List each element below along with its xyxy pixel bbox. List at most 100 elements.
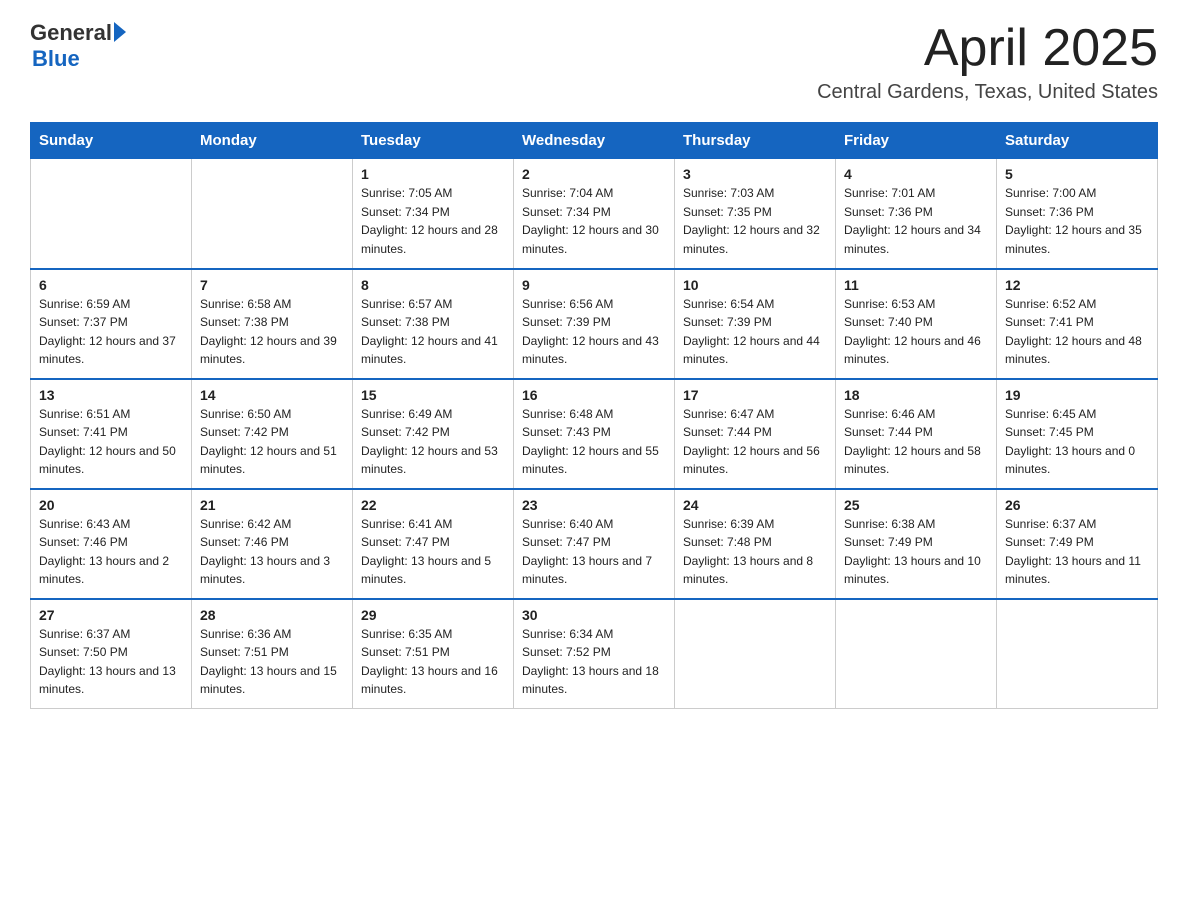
day-info: Sunrise: 6:47 AMSunset: 7:44 PMDaylight:… xyxy=(683,405,827,479)
calendar-cell: 25 Sunrise: 6:38 AMSunset: 7:49 PMDayligh… xyxy=(836,489,997,599)
day-info: Sunrise: 7:01 AMSunset: 7:36 PMDaylight:… xyxy=(844,184,988,258)
day-number: 24 xyxy=(683,497,827,513)
day-info: Sunrise: 6:38 AMSunset: 7:49 PMDaylight:… xyxy=(844,515,988,589)
calendar-cell: 9 Sunrise: 6:56 AMSunset: 7:39 PMDaylight… xyxy=(514,269,675,379)
day-info: Sunrise: 6:50 AMSunset: 7:42 PMDaylight:… xyxy=(200,405,344,479)
day-number: 7 xyxy=(200,277,344,293)
calendar-week-row: 27Sunrise: 6:37 AMSunset: 7:50 PMDayligh… xyxy=(31,599,1158,709)
day-number: 25 xyxy=(844,497,988,513)
day-number: 3 xyxy=(683,166,827,182)
day-number: 6 xyxy=(39,277,183,293)
day-number: 4 xyxy=(844,166,988,182)
calendar-cell xyxy=(997,599,1158,709)
day-number: 29 xyxy=(361,607,505,623)
day-info: Sunrise: 7:03 AMSunset: 7:35 PMDaylight:… xyxy=(683,184,827,258)
day-info: Sunrise: 6:58 AMSunset: 7:38 PMDaylight:… xyxy=(200,295,344,369)
calendar-cell: 23 Sunrise: 6:40 AMSunset: 7:47 PMDayligh… xyxy=(514,489,675,599)
calendar-title-block: April 2025 Central Gardens, Texas, Unite… xyxy=(817,20,1158,104)
day-info: Sunrise: 6:46 AMSunset: 7:44 PMDaylight:… xyxy=(844,405,988,479)
day-number: 8 xyxy=(361,277,505,293)
calendar-cell: 13 Sunrise: 6:51 AMSunset: 7:41 PMDayligh… xyxy=(31,379,192,489)
calendar-cell: 5Sunrise: 7:00 AMSunset: 7:36 PMDaylight… xyxy=(997,159,1158,269)
column-header-sunday: Sunday xyxy=(31,123,192,159)
day-info: Sunrise: 6:42 AMSunset: 7:46 PMDaylight:… xyxy=(200,515,344,589)
day-info: Sunrise: 6:37 AMSunset: 7:49 PMDaylight:… xyxy=(1005,515,1149,589)
column-header-thursday: Thursday xyxy=(675,123,836,159)
logo: General Blue xyxy=(30,20,126,72)
day-number: 12 xyxy=(1005,277,1149,293)
calendar-cell: 14 Sunrise: 6:50 AMSunset: 7:42 PMDayligh… xyxy=(192,379,353,489)
day-info: Sunrise: 6:39 AMSunset: 7:48 PMDaylight:… xyxy=(683,515,827,589)
day-info: Sunrise: 6:41 AMSunset: 7:47 PMDaylight:… xyxy=(361,515,505,589)
calendar-cell xyxy=(675,599,836,709)
day-number: 13 xyxy=(39,387,183,403)
column-header-friday: Friday xyxy=(836,123,997,159)
calendar-title: April 2025 xyxy=(817,20,1158,77)
calendar-cell xyxy=(31,159,192,269)
day-number: 20 xyxy=(39,497,183,513)
calendar-cell: 2Sunrise: 7:04 AMSunset: 7:34 PMDaylight… xyxy=(514,159,675,269)
day-number: 15 xyxy=(361,387,505,403)
calendar-cell: 7 Sunrise: 6:58 AMSunset: 7:38 PMDaylight… xyxy=(192,269,353,379)
calendar-cell: 10 Sunrise: 6:54 AMSunset: 7:39 PMDayligh… xyxy=(675,269,836,379)
day-number: 16 xyxy=(522,387,666,403)
day-number: 1 xyxy=(361,166,505,182)
day-info: Sunrise: 6:52 AMSunset: 7:41 PMDaylight:… xyxy=(1005,295,1149,369)
calendar-week-row: 13 Sunrise: 6:51 AMSunset: 7:41 PMDayligh… xyxy=(31,379,1158,489)
day-info: Sunrise: 7:05 AMSunset: 7:34 PMDaylight:… xyxy=(361,184,505,258)
calendar-header-row: SundayMondayTuesdayWednesdayThursdayFrid… xyxy=(31,123,1158,159)
calendar-week-row: 1 Sunrise: 7:05 AMSunset: 7:34 PMDaylight… xyxy=(31,159,1158,269)
day-info: Sunrise: 6:45 AMSunset: 7:45 PMDaylight:… xyxy=(1005,405,1149,479)
day-info: Sunrise: 6:34 AMSunset: 7:52 PMDaylight:… xyxy=(522,625,666,699)
day-number: 17 xyxy=(683,387,827,403)
calendar-week-row: 20 Sunrise: 6:43 AMSunset: 7:46 PMDayligh… xyxy=(31,489,1158,599)
calendar-cell: 20 Sunrise: 6:43 AMSunset: 7:46 PMDayligh… xyxy=(31,489,192,599)
calendar-cell: 22Sunrise: 6:41 AMSunset: 7:47 PMDayligh… xyxy=(353,489,514,599)
day-info: Sunrise: 6:40 AMSunset: 7:47 PMDaylight:… xyxy=(522,515,666,589)
day-number: 30 xyxy=(522,607,666,623)
calendar-cell: 19 Sunrise: 6:45 AMSunset: 7:45 PMDayligh… xyxy=(997,379,1158,489)
day-number: 19 xyxy=(1005,387,1149,403)
page-header: General Blue April 2025 Central Gardens,… xyxy=(30,20,1158,104)
calendar-subtitle: Central Gardens, Texas, United States xyxy=(817,81,1158,104)
logo-arrow-icon xyxy=(114,22,126,42)
day-number: 23 xyxy=(522,497,666,513)
column-header-tuesday: Tuesday xyxy=(353,123,514,159)
day-info: Sunrise: 6:57 AMSunset: 7:38 PMDaylight:… xyxy=(361,295,505,369)
calendar-cell: 16 Sunrise: 6:48 AMSunset: 7:43 PMDayligh… xyxy=(514,379,675,489)
calendar-cell: 12 Sunrise: 6:52 AMSunset: 7:41 PMDayligh… xyxy=(997,269,1158,379)
day-number: 5 xyxy=(1005,166,1149,182)
day-info: Sunrise: 6:53 AMSunset: 7:40 PMDaylight:… xyxy=(844,295,988,369)
day-info: Sunrise: 6:48 AMSunset: 7:43 PMDaylight:… xyxy=(522,405,666,479)
calendar-cell: 26 Sunrise: 6:37 AMSunset: 7:49 PMDayligh… xyxy=(997,489,1158,599)
day-info: Sunrise: 7:04 AMSunset: 7:34 PMDaylight:… xyxy=(522,184,666,258)
day-info: Sunrise: 6:54 AMSunset: 7:39 PMDaylight:… xyxy=(683,295,827,369)
day-number: 14 xyxy=(200,387,344,403)
day-info: Sunrise: 6:36 AMSunset: 7:51 PMDaylight:… xyxy=(200,625,344,699)
day-info: Sunrise: 6:56 AMSunset: 7:39 PMDaylight:… xyxy=(522,295,666,369)
day-info: Sunrise: 6:59 AMSunset: 7:37 PMDaylight:… xyxy=(39,295,183,369)
day-number: 28 xyxy=(200,607,344,623)
calendar-cell xyxy=(192,159,353,269)
column-header-wednesday: Wednesday xyxy=(514,123,675,159)
day-info: Sunrise: 6:43 AMSunset: 7:46 PMDaylight:… xyxy=(39,515,183,589)
calendar-cell: 17 Sunrise: 6:47 AMSunset: 7:44 PMDayligh… xyxy=(675,379,836,489)
day-number: 21 xyxy=(200,497,344,513)
day-number: 10 xyxy=(683,277,827,293)
calendar-cell: 8 Sunrise: 6:57 AMSunset: 7:38 PMDaylight… xyxy=(353,269,514,379)
day-info: Sunrise: 6:51 AMSunset: 7:41 PMDaylight:… xyxy=(39,405,183,479)
calendar-cell: 15 Sunrise: 6:49 AMSunset: 7:42 PMDayligh… xyxy=(353,379,514,489)
day-number: 9 xyxy=(522,277,666,293)
day-number: 26 xyxy=(1005,497,1149,513)
calendar-cell: 30 Sunrise: 6:34 AMSunset: 7:52 PMDayligh… xyxy=(514,599,675,709)
calendar-cell: 27Sunrise: 6:37 AMSunset: 7:50 PMDayligh… xyxy=(31,599,192,709)
calendar-cell: 1 Sunrise: 7:05 AMSunset: 7:34 PMDaylight… xyxy=(353,159,514,269)
calendar-cell: 28 Sunrise: 6:36 AMSunset: 7:51 PMDayligh… xyxy=(192,599,353,709)
day-info: Sunrise: 6:49 AMSunset: 7:42 PMDaylight:… xyxy=(361,405,505,479)
day-number: 27 xyxy=(39,607,183,623)
logo-blue-text: Blue xyxy=(32,46,80,72)
day-number: 18 xyxy=(844,387,988,403)
logo-general-text: General xyxy=(30,20,112,46)
column-header-saturday: Saturday xyxy=(997,123,1158,159)
calendar-cell: 11Sunrise: 6:53 AMSunset: 7:40 PMDayligh… xyxy=(836,269,997,379)
